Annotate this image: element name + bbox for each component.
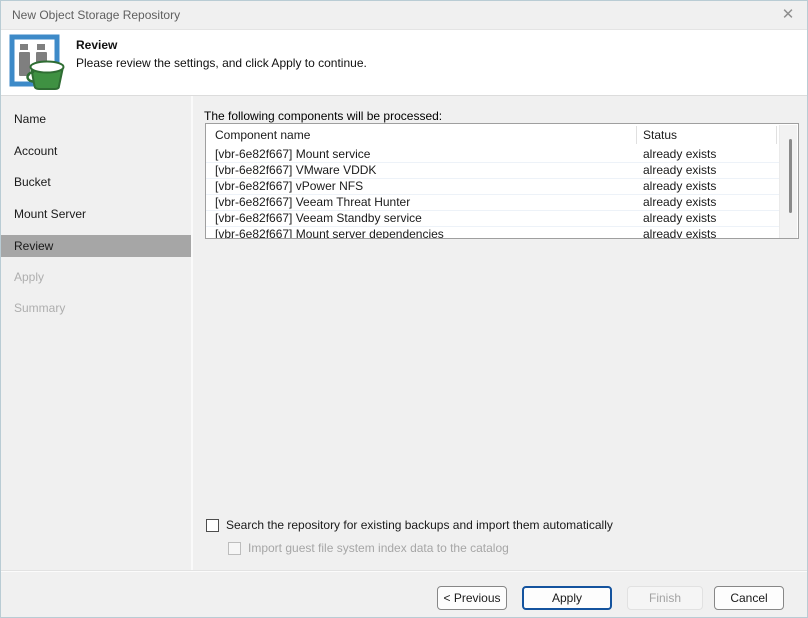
column-separator [636, 126, 637, 144]
search-repository-checkbox[interactable] [206, 519, 219, 532]
status-cell: already exists [643, 195, 716, 210]
sidebar-item-summary: Summary [1, 293, 191, 325]
vertical-scrollbar[interactable] [779, 125, 797, 239]
sidebar-item-review[interactable]: Review [1, 235, 191, 257]
cancel-button[interactable]: Cancel [714, 586, 784, 610]
import-index-checkbox-label: Import guest file system index data to t… [248, 541, 509, 555]
column-header-component-name[interactable]: Component name [215, 128, 310, 142]
page-description: Please review the settings, and click Ap… [76, 56, 367, 70]
window-title: New Object Storage Repository [12, 8, 180, 22]
column-separator [776, 126, 777, 144]
import-index-checkbox-row: Import guest file system index data to t… [228, 541, 509, 555]
component-name-cell: [vbr-6e82f667] Mount service [215, 147, 620, 162]
table-row[interactable]: [vbr-6e82f667] Veeam Threat Hunter alread… [206, 195, 780, 211]
components-table: Component name Status [vbr-6e82f667] Mou… [205, 123, 799, 239]
sidebar-steps: NameAccountBucketMount Server Review Apply… [1, 96, 191, 325]
sidebar-divider [191, 96, 193, 570]
status-cell: already exists [643, 227, 716, 239]
apply-button[interactable]: Apply [522, 586, 612, 610]
page-title: Review [76, 38, 117, 52]
column-header-status[interactable]: Status [643, 128, 677, 142]
previous-button[interactable]: < Previous [437, 586, 507, 610]
component-name-cell: [vbr-6e82f667] Veeam Threat Hunter [215, 195, 620, 210]
component-name-cell: [vbr-6e82f667] vPower NFS [215, 179, 620, 194]
status-cell: already exists [643, 147, 716, 162]
search-repository-checkbox-row: Search the repository for existing backu… [206, 518, 613, 532]
titlebar: New Object Storage Repository ✕ [1, 1, 807, 29]
object-storage-repository-icon [9, 34, 67, 95]
table-row[interactable]: [vbr-6e82f667] vPower NFS already exists [206, 179, 780, 195]
search-repository-checkbox-label: Search the repository for existing backu… [226, 518, 613, 532]
sidebar-item-account[interactable]: Account [1, 136, 191, 168]
wizard-steps-sidebar: NameAccountBucketMount Server Review Apply… [1, 96, 191, 570]
sidebar-item-name[interactable]: Name [1, 104, 191, 136]
import-index-checkbox [228, 542, 241, 555]
table-row[interactable]: [vbr-6e82f667] Veeam Standby service alre… [206, 211, 780, 227]
components-label: The following components will be process… [204, 109, 442, 123]
sidebar-item-mount-server[interactable]: Mount Server [1, 199, 191, 231]
status-cell: already exists [643, 179, 716, 194]
table-header: Component name Status [206, 124, 798, 147]
scrollbar-thumb[interactable] [789, 139, 792, 213]
status-cell: already exists [643, 163, 716, 178]
footer: < Previous Apply Finish Cancel [1, 571, 807, 618]
table-row[interactable]: [vbr-6e82f667] Mount service already exis… [206, 147, 780, 163]
component-name-cell: [vbr-6e82f667] Veeam Standby service [215, 211, 620, 226]
component-name-cell: [vbr-6e82f667] VMware VDDK [215, 163, 620, 178]
sidebar-item-apply: Apply [1, 262, 191, 294]
table-row[interactable]: [vbr-6e82f667] VMware VDDK already exists [206, 163, 780, 179]
close-icon[interactable]: ✕ [778, 6, 798, 24]
sidebar-item-bucket[interactable]: Bucket [1, 167, 191, 199]
new-object-storage-repository-dialog: New Object Storage Repository ✕ Review P… [0, 0, 808, 618]
finish-button: Finish [627, 586, 703, 610]
status-cell: already exists [643, 211, 716, 226]
component-table-body: [vbr-6e82f667] Mount service already exis… [206, 147, 780, 239]
table-row[interactable]: [vbr-6e82f667] Mount server dependencies… [206, 227, 780, 239]
component-name-cell: [vbr-6e82f667] Mount server dependencies [215, 227, 620, 239]
wizard-header: Review Please review the settings, and c… [1, 29, 807, 96]
